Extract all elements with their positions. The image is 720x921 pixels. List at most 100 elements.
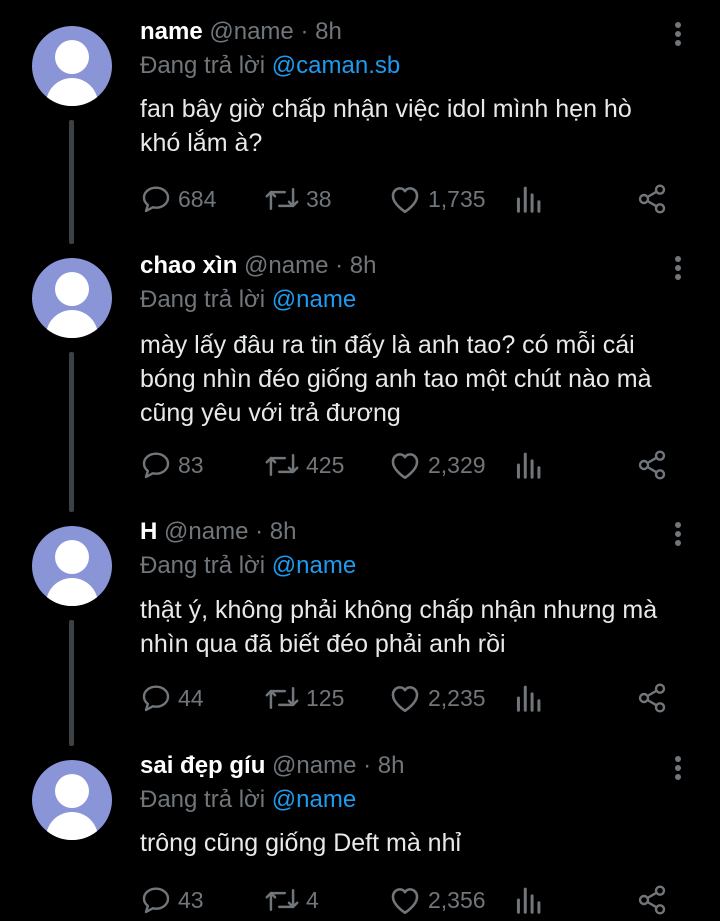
like-count: 2,329 [428, 451, 486, 478]
reply-mention[interactable]: @name [272, 552, 356, 579]
retweet-count: 4 [306, 886, 319, 913]
more-icon[interactable] [672, 20, 684, 50]
text-line: fan bây giờ chấp nhận việc idol mình hẹn… [140, 95, 632, 123]
reply-mention[interactable]: @name [272, 786, 356, 813]
display-name[interactable]: H [140, 518, 157, 545]
tweet[interactable]: H @name · 8h Đang trả lời @name thật ý, … [0, 510, 720, 746]
reply-button[interactable]: 43 [140, 880, 204, 920]
handle[interactable]: @name [272, 752, 356, 779]
avatar[interactable] [32, 26, 112, 106]
share-button[interactable] [636, 880, 668, 920]
more-icon[interactable] [672, 754, 684, 784]
display-name[interactable]: name [140, 18, 203, 45]
heart-icon [391, 187, 419, 214]
reply-count: 83 [178, 451, 204, 478]
reply-prefix: Đang trả lời [140, 552, 266, 579]
tweet-text: thật ý, không phải không chấp nhận nhưng… [140, 593, 700, 661]
retweet-button[interactable]: 38 [264, 179, 332, 219]
share-icon [638, 450, 666, 480]
share-button[interactable] [636, 179, 668, 219]
reply-context: Đang trả lời @name [140, 286, 356, 314]
reply-prefix: Đang trả lời [140, 286, 266, 313]
stats-icon [516, 685, 541, 712]
tweet-text: mày lấy đâu ra tin đấy là anh tao? có mỗ… [140, 328, 700, 430]
text-line: trông cũng giống Deft mà nhỉ [140, 829, 462, 857]
stats-button[interactable] [514, 179, 542, 219]
text-line: mày lấy đâu ra tin đấy là anh tao? có mỗ… [140, 331, 635, 359]
like-button[interactable]: 1,735 [388, 179, 486, 219]
reply-count: 44 [178, 684, 204, 711]
share-button[interactable] [636, 678, 668, 718]
heart-icon [391, 686, 419, 713]
action-bar: 83 425 2,329 [140, 445, 700, 485]
share-icon [638, 184, 666, 214]
handle[interactable]: @name [164, 518, 248, 545]
text-line: cũng yêu với trả đương [140, 399, 401, 427]
reply-prefix: Đang trả lời [140, 52, 266, 79]
timestamp[interactable]: · 8h [255, 518, 296, 545]
retweet-button[interactable]: 425 [264, 445, 344, 485]
avatar[interactable] [32, 760, 112, 840]
reply-icon [142, 452, 170, 479]
reply-mention[interactable]: @name [272, 286, 356, 313]
text-line: bóng nhìn đéo giống anh tao một chút nào… [140, 365, 652, 393]
reply-context: Đang trả lời @name [140, 552, 356, 580]
stats-icon [516, 887, 541, 914]
display-name[interactable]: sai đẹp gíu [140, 752, 265, 779]
handle[interactable]: @name [244, 252, 328, 279]
more-icon[interactable] [672, 520, 684, 550]
like-count: 2,235 [428, 684, 486, 711]
like-count: 1,735 [428, 185, 486, 212]
avatar[interactable] [32, 526, 112, 606]
like-button[interactable]: 2,356 [388, 880, 486, 920]
retweet-count: 38 [306, 185, 332, 212]
tweet[interactable]: sai đẹp gíu @name · 8h Đang trả lời @nam… [0, 746, 720, 921]
retweet-count: 125 [306, 684, 345, 711]
text-line: nhìn qua đã biết đéo phải anh rồi [140, 630, 506, 658]
reply-context: Đang trả lời @name [140, 786, 356, 814]
tweet-text: trông cũng giống Deft mà nhỉ [140, 826, 700, 860]
avatar[interactable] [32, 258, 112, 338]
tweet[interactable]: chao xìn @name · 8h Đang trả lời @name m… [0, 240, 720, 510]
tweet-header: name @name · 8h [140, 18, 342, 46]
action-bar: 43 4 2,356 [140, 880, 700, 920]
reply-icon [142, 887, 170, 914]
retweet-button[interactable]: 4 [264, 880, 319, 920]
reply-count: 684 [178, 185, 217, 212]
timestamp[interactable]: · 8h [300, 18, 341, 45]
handle[interactable]: @name [209, 18, 293, 45]
stats-button[interactable] [514, 678, 542, 718]
stats-button[interactable] [514, 445, 542, 485]
display-name[interactable]: chao xìn [140, 252, 237, 279]
reply-prefix: Đang trả lời [140, 786, 266, 813]
action-bar: 44 125 2,235 [140, 678, 700, 718]
reply-icon [142, 186, 170, 213]
timestamp[interactable]: · 8h [363, 752, 404, 779]
tweet-header: chao xìn @name · 8h [140, 252, 376, 280]
retweet-button[interactable]: 125 [264, 678, 344, 718]
retweet-icon [265, 889, 299, 911]
share-icon [638, 683, 666, 713]
timestamp[interactable]: · 8h [335, 252, 376, 279]
heart-icon [391, 888, 419, 915]
heart-icon [391, 453, 419, 480]
tweet-header: H @name · 8h [140, 518, 296, 546]
stats-icon [516, 452, 541, 479]
retweet-icon [265, 454, 299, 476]
reply-icon [142, 685, 170, 712]
share-icon [638, 885, 666, 915]
reply-count: 43 [178, 886, 204, 913]
reply-mention[interactable]: @caman.sb [272, 52, 400, 79]
like-button[interactable]: 2,235 [388, 678, 486, 718]
tweet-text: fan bây giờ chấp nhận việc idol mình hẹn… [140, 92, 700, 160]
text-line: khó lắm à? [140, 129, 263, 157]
share-button[interactable] [636, 445, 668, 485]
like-button[interactable]: 2,329 [388, 445, 486, 485]
reply-button[interactable]: 83 [140, 445, 204, 485]
stats-button[interactable] [514, 880, 542, 920]
more-icon[interactable] [672, 254, 684, 284]
tweet[interactable]: name @name · 8h Đang trả lời @caman.sb f… [0, 0, 720, 240]
reply-button[interactable]: 44 [140, 678, 204, 718]
reply-context: Đang trả lời @caman.sb [140, 52, 400, 80]
reply-button[interactable]: 684 [140, 179, 216, 219]
